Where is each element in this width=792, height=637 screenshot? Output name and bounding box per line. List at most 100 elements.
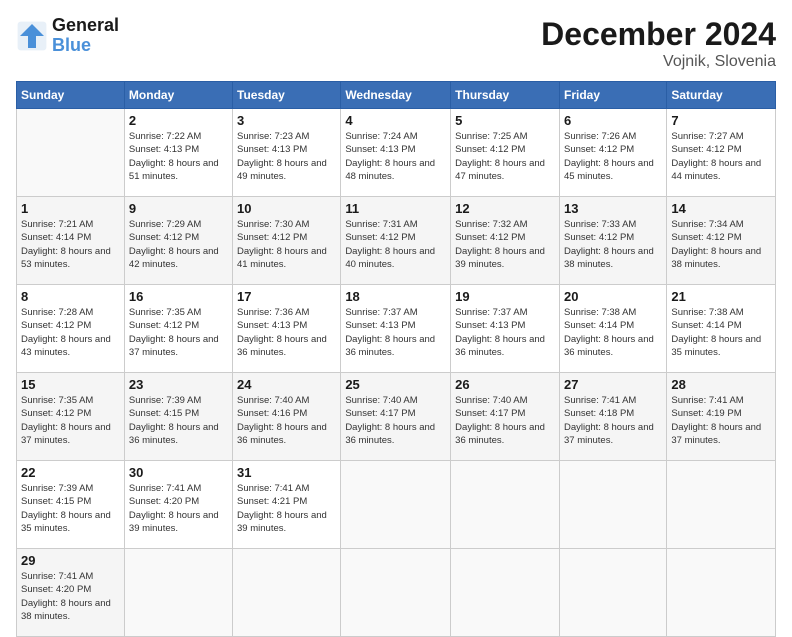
daylight-hours: Daylight: 8 hours and 39 minutes. xyxy=(455,246,545,270)
day-info: Sunrise: 7:27 AM Sunset: 4:12 PM Daylight:… xyxy=(671,130,771,183)
calendar-cell: 25Sunrise: 7:40 AMSunset: 4:17 PMDayligh… xyxy=(341,373,451,461)
day-info: Sunrise: 7:26 AMSunset: 4:12 PMDaylight:… xyxy=(564,130,662,183)
calendar-cell: 28Sunrise: 7:41 AMSunset: 4:19 PMDayligh… xyxy=(667,373,776,461)
calendar-cell: 9Sunrise: 7:29 AMSunset: 4:12 PMDaylight… xyxy=(124,197,232,285)
day-number: 21 xyxy=(671,289,771,304)
calendar-cell: 12Sunrise: 7:32 AMSunset: 4:12 PMDayligh… xyxy=(451,197,560,285)
sunrise-time: Sunrise: 7:38 AM xyxy=(564,307,636,318)
calendar-cell: 13Sunrise: 7:33 AMSunset: 4:12 PMDayligh… xyxy=(559,197,666,285)
calendar-cell xyxy=(559,461,666,549)
sunset-time: Sunset: 4:21 PM xyxy=(237,496,307,507)
title-block: December 2024 Vojnik, Slovenia xyxy=(541,16,776,71)
sunset-time: Sunset: 4:12 PM xyxy=(671,144,741,155)
sunset-time: Sunset: 4:15 PM xyxy=(21,496,91,507)
sunrise-time: Sunrise: 7:40 AM xyxy=(345,395,417,406)
sunrise-time: Sunrise: 7:25 AM xyxy=(455,131,527,142)
daylight-hours: Daylight: 8 hours and 45 minutes. xyxy=(564,158,654,182)
sunset-time: Sunset: 4:17 PM xyxy=(345,408,415,419)
daylight-hours: Daylight: 8 hours and 36 minutes. xyxy=(455,422,545,446)
day-info: Sunrise: 7:29 AMSunset: 4:12 PMDaylight:… xyxy=(129,218,228,271)
sunrise-time: Sunrise: 7:33 AM xyxy=(564,219,636,230)
sunrise-time: Sunrise: 7:41 AM xyxy=(237,483,309,494)
day-info: Sunrise: 7:34 AMSunset: 4:12 PMDaylight:… xyxy=(671,218,771,271)
calendar-row: 8 Sunrise: 7:28 AMSunset: 4:12 PMDaylight… xyxy=(17,285,776,373)
daylight-hours: Daylight: 8 hours and 49 minutes. xyxy=(237,158,327,182)
daylight-hours: Daylight: 8 hours and 39 minutes. xyxy=(129,510,219,534)
calendar-cell: 22 Sunrise: 7:39 AMSunset: 4:15 PMDayligh… xyxy=(17,461,125,549)
day-number: 19 xyxy=(455,289,555,304)
day-info: Sunrise: 7:24 AMSunset: 4:13 PMDaylight:… xyxy=(345,130,446,183)
day-info: Sunrise: 7:37 AMSunset: 4:13 PMDaylight:… xyxy=(455,306,555,359)
daylight-hours: Daylight: 8 hours and 39 minutes. xyxy=(237,510,327,534)
daylight-hours: Daylight: 8 hours and 44 minutes. xyxy=(671,158,761,182)
daylight-hours: Daylight: 8 hours and 38 minutes. xyxy=(671,246,761,270)
sunrise-time: Sunrise: 7:40 AM xyxy=(455,395,527,406)
day-number: 7 xyxy=(671,113,771,128)
sunrise-time: Sunrise: 7:31 AM xyxy=(345,219,417,230)
day-info: Sunrise: 7:38 AMSunset: 4:14 PMDaylight:… xyxy=(671,306,771,359)
sunrise-time: Sunrise: 7:22 AM xyxy=(129,131,201,142)
day-number: 10 xyxy=(237,201,336,216)
calendar-cell: 21 Sunrise: 7:38 AMSunset: 4:14 PMDayligh… xyxy=(667,285,776,373)
day-number: 22 xyxy=(21,465,120,480)
sunset-time: Sunset: 4:12 PM xyxy=(455,144,525,155)
calendar-cell: 15Sunrise: 7:35 AMSunset: 4:12 PMDayligh… xyxy=(17,373,125,461)
day-number: 12 xyxy=(455,201,555,216)
sunset-time: Sunset: 4:12 PM xyxy=(21,320,91,331)
sunrise-time: Sunrise: 7:41 AM xyxy=(671,395,743,406)
day-number: 8 xyxy=(21,289,120,304)
sunrise-time: Sunrise: 7:23 AM xyxy=(237,131,309,142)
page: General Blue December 2024 Vojnik, Slove… xyxy=(0,0,792,612)
sunrise-time: Sunrise: 7:29 AM xyxy=(129,219,201,230)
day-info: Sunrise: 7:21 AMSunset: 4:14 PMDaylight:… xyxy=(21,218,120,271)
sunrise-time: Sunrise: 7:32 AM xyxy=(455,219,527,230)
day-number: 2 xyxy=(129,113,228,128)
calendar-cell: 20Sunrise: 7:38 AMSunset: 4:14 PMDayligh… xyxy=(559,285,666,373)
sunrise-time: Sunrise: 7:36 AM xyxy=(237,307,309,318)
daylight-hours: Daylight: 8 hours and 35 minutes. xyxy=(21,510,111,534)
calendar-cell: 24Sunrise: 7:40 AMSunset: 4:16 PMDayligh… xyxy=(233,373,341,461)
calendar-table: Sunday Monday Tuesday Wednesday Thursday… xyxy=(16,81,776,637)
sunset-time: Sunset: 4:12 PM xyxy=(237,232,307,243)
calendar-cell: 6 Sunrise: 7:26 AMSunset: 4:12 PMDaylight… xyxy=(559,109,666,197)
sunset-time: Sunset: 4:14 PM xyxy=(564,320,634,331)
day-number: 11 xyxy=(345,201,446,216)
sunset-time: Sunset: 4:13 PM xyxy=(345,320,415,331)
calendar-row: 2Sunrise: 7:22 AMSunset: 4:13 PMDaylight… xyxy=(17,109,776,197)
sunset-time: Sunset: 4:13 PM xyxy=(237,144,307,155)
calendar-cell: 29Sunrise: 7:41 AMSunset: 4:20 PMDayligh… xyxy=(17,549,125,637)
col-monday: Monday xyxy=(124,82,232,109)
calendar-cell: 11 Sunrise: 7:31 AM Sunset: 4:12 PM Dayligh… xyxy=(341,197,451,285)
calendar-cell: 14Sunrise: 7:34 AMSunset: 4:12 PMDayligh… xyxy=(667,197,776,285)
day-info: Sunrise: 7:39 AMSunset: 4:15 PMDaylight:… xyxy=(21,482,120,535)
daylight-hours: Daylight: 8 hours and 41 minutes. xyxy=(237,246,327,270)
day-info: Sunrise: 7:36 AMSunset: 4:13 PMDaylight:… xyxy=(237,306,336,359)
sunrise-time: Sunrise: 7:41 AM xyxy=(21,571,93,582)
calendar-cell xyxy=(124,549,232,637)
calendar-cell: 27Sunrise: 7:41 AMSunset: 4:18 PMDayligh… xyxy=(559,373,666,461)
day-number: 23 xyxy=(129,377,228,392)
sunset-time: Sunset: 4:12 PM xyxy=(345,232,415,243)
sunset-time: Sunset: 4:12 PM xyxy=(564,144,634,155)
calendar-title: December 2024 xyxy=(541,16,776,53)
sunrise-time: Sunrise: 7:37 AM xyxy=(345,307,417,318)
sunrise-time: Sunrise: 7:41 AM xyxy=(564,395,636,406)
day-number: 6 xyxy=(564,113,662,128)
sunset-time: Sunset: 4:12 PM xyxy=(671,232,741,243)
daylight-hours: Daylight: 8 hours and 35 minutes. xyxy=(671,334,761,358)
day-info: Sunrise: 7:33 AMSunset: 4:12 PMDaylight:… xyxy=(564,218,662,271)
sunrise-time: Sunrise: 7:38 AM xyxy=(671,307,743,318)
daylight-hours: Daylight: 8 hours and 36 minutes. xyxy=(237,334,327,358)
daylight-hours: Daylight: 8 hours and 40 minutes. xyxy=(345,246,435,270)
sunrise-time: Sunrise: 7:27 AM xyxy=(671,131,743,142)
calendar-row: 22 Sunrise: 7:39 AMSunset: 4:15 PMDayligh… xyxy=(17,461,776,549)
day-info: Sunrise: 7:22 AMSunset: 4:13 PMDaylight:… xyxy=(129,130,228,183)
day-number: 26 xyxy=(455,377,555,392)
day-info: Sunrise: 7:28 AMSunset: 4:12 PMDaylight:… xyxy=(21,306,120,359)
day-info: Sunrise: 7:31 AM Sunset: 4:12 PM Daylight:… xyxy=(345,218,446,271)
daylight-hours: Daylight: 8 hours and 37 minutes. xyxy=(564,422,654,446)
day-info: Sunrise: 7:35 AMSunset: 4:12 PMDaylight:… xyxy=(129,306,228,359)
sunrise-time: Sunrise: 7:24 AM xyxy=(345,131,417,142)
day-number: 1 xyxy=(21,201,120,216)
sunset-time: Sunset: 4:13 PM xyxy=(455,320,525,331)
